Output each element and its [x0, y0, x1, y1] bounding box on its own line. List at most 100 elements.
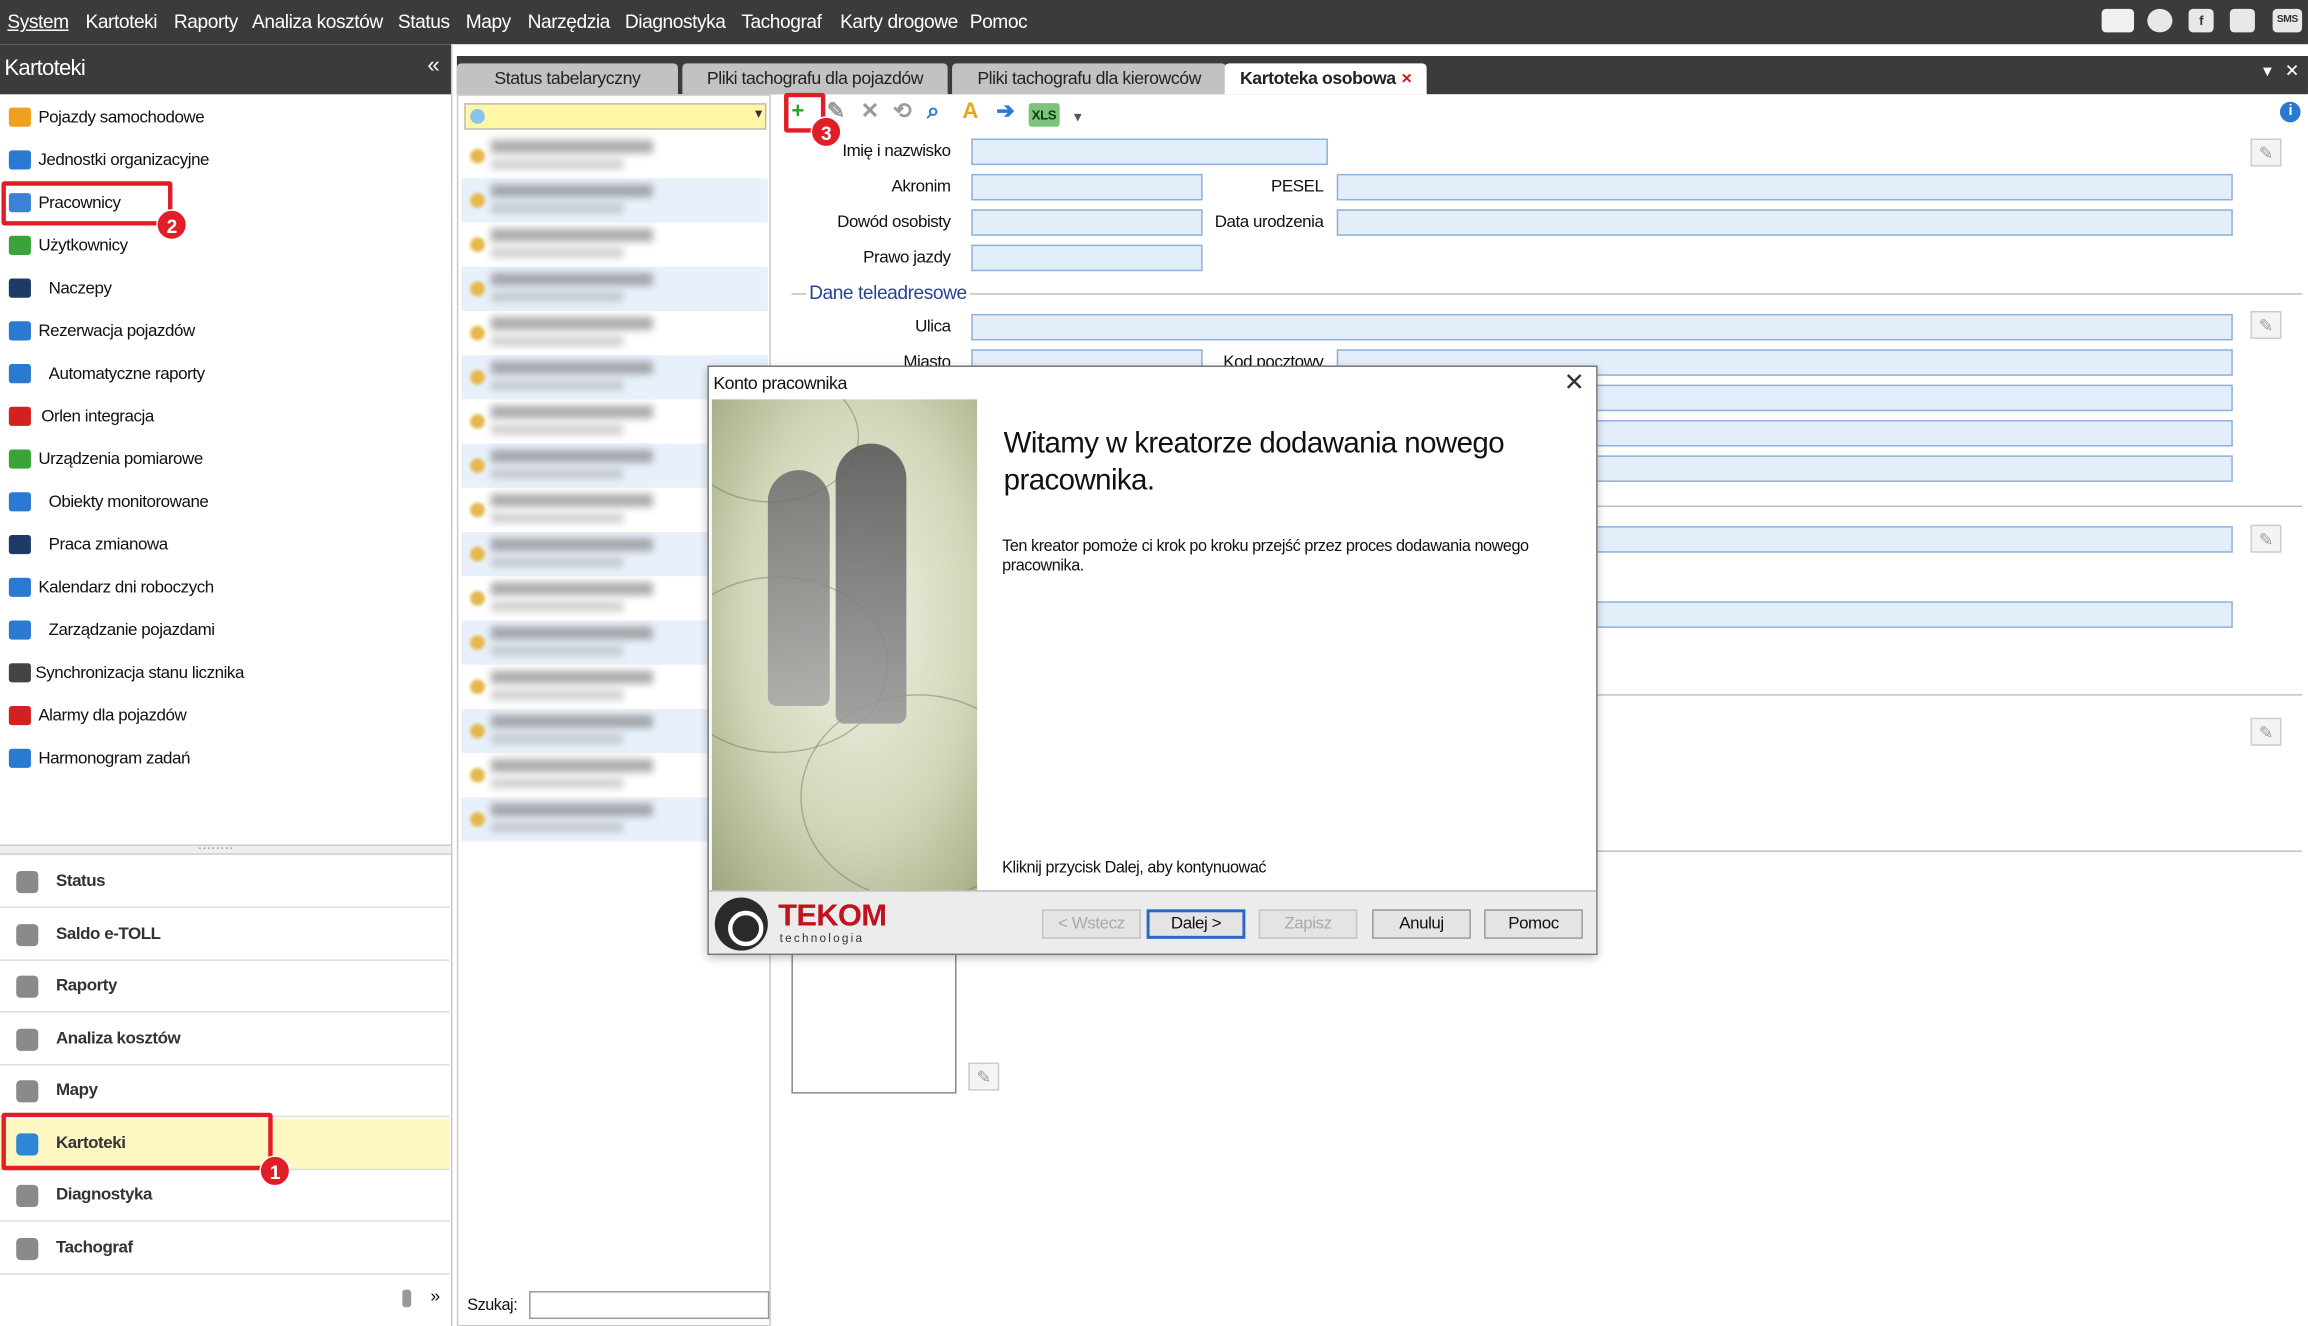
phone-icon[interactable] — [2229, 8, 2255, 33]
truck-icon — [8, 492, 31, 512]
menu-status[interactable]: Status — [398, 10, 450, 32]
next-button[interactable]: Dalej > — [1146, 909, 1246, 939]
menu-pomoc[interactable]: Pomoc — [970, 10, 1028, 32]
sidebar-item-4[interactable]: Użytkownicy — [0, 225, 450, 268]
delete-icon[interactable]: ✕ — [861, 99, 880, 124]
list-item[interactable] — [461, 311, 768, 355]
module-nav-3[interactable]: Raporty — [0, 961, 450, 1013]
sidebar-item-label: Pojazdy samochodowe — [38, 109, 205, 127]
menu-mapy[interactable]: Mapy — [466, 10, 512, 32]
list-item[interactable] — [461, 266, 768, 311]
edit-contact-icon[interactable]: ✎ — [2250, 524, 2282, 553]
redacted-detail — [490, 336, 624, 347]
tab-pliki-kierowcow[interactable]: Pliki tachografu dla kierowców — [952, 63, 1227, 95]
menu-raporty[interactable]: Raporty — [174, 10, 238, 32]
sidebar-item-6[interactable]: Rezerwacja pojazdów — [0, 311, 450, 354]
list-item[interactable] — [461, 223, 768, 267]
tab-menu-icon[interactable]: ▾ — [2263, 60, 2272, 81]
tab-status-tabelaryczny[interactable]: Status tabelaryczny — [456, 63, 678, 95]
sms-icon[interactable]: SMS — [2272, 8, 2303, 33]
expand-icon[interactable]: » — [430, 1285, 440, 1306]
label-ulica: Ulica — [915, 318, 951, 337]
filter-combo[interactable]: ▾ — [464, 103, 767, 130]
mail-icon[interactable] — [2101, 8, 2135, 33]
sidebar-item-7[interactable]: Automatyczne raporty — [0, 354, 450, 397]
export-dropdown-icon[interactable]: ▾ — [1074, 105, 1081, 129]
name-field[interactable] — [971, 138, 1328, 166]
label-kod-pocztowy: Kod pocztowy — [1223, 353, 1324, 366]
search-icon[interactable]: ⌕ — [927, 99, 939, 124]
tab-kartoteka-osobowa[interactable]: Kartoteka osobowa × — [1224, 63, 1427, 95]
edit-address-icon[interactable]: ✎ — [2250, 310, 2282, 339]
tab-pliki-pojazdow[interactable]: Pliki tachografu dla pojazdów — [682, 63, 948, 95]
sidebar-item-14[interactable]: Synchronizacja stanu licznika — [0, 653, 450, 696]
street-field[interactable] — [971, 313, 2233, 341]
module-nav-2[interactable]: Saldo e-TOLL — [0, 909, 450, 961]
edit-photo-icon[interactable]: ✎ — [968, 1062, 1000, 1091]
filter-a-icon[interactable]: A — [962, 99, 978, 124]
module-nav-8[interactable]: Tachograf — [0, 1223, 450, 1275]
close-icon[interactable]: ✕ — [1564, 368, 1585, 397]
redacted-name — [490, 626, 653, 640]
filter-icon — [470, 109, 485, 124]
sidebar-item-12[interactable]: Kalendarz dni roboczych — [0, 567, 450, 610]
facebook-icon[interactable]: f — [2188, 8, 2214, 33]
menu-diagnostyka[interactable]: Diagnostyka — [625, 10, 726, 32]
menu-system[interactable]: System — [7, 10, 69, 32]
redacted-detail — [490, 601, 624, 612]
menu-tachograf[interactable]: Tachograf — [741, 10, 822, 32]
menu-karty-drogowe[interactable]: Karty drogowe — [840, 10, 958, 32]
sidebar-item-10[interactable]: Obiekty monitorowane — [0, 482, 450, 525]
sidebar-item-label: Kalendarz dni roboczych — [38, 579, 214, 597]
tab-close-icon[interactable]: × — [1401, 68, 1411, 89]
lock-icon[interactable] — [402, 1289, 412, 1308]
akronim-field[interactable] — [971, 173, 1203, 201]
label-akronim: Akronim — [891, 178, 952, 197]
sidebar-item-8[interactable]: Orlen integracja — [0, 396, 450, 439]
collapse-panel-icon[interactable]: « — [427, 53, 439, 78]
redacted-name — [490, 714, 653, 729]
cancel-button[interactable]: Anuluj — [1372, 909, 1471, 939]
menu-narzedzia[interactable]: Narzędzia — [528, 10, 611, 32]
teamviewer-icon[interactable] — [2147, 8, 2173, 33]
xls-icon[interactable]: XLS — [1028, 103, 1060, 127]
sidebar-item-16[interactable]: Harmonogram zadań — [0, 738, 450, 781]
sidebar-item-11[interactable]: Praca zmianowa — [0, 525, 450, 568]
list-item[interactable] — [461, 178, 768, 223]
wizard-illustration — [711, 399, 978, 892]
sidebar-item-5[interactable]: Naczepy — [0, 268, 450, 311]
id-card-field[interactable] — [971, 209, 1203, 236]
menu-analiza-kosztow[interactable]: Analiza kosztów — [252, 10, 383, 32]
toolbar: + ✎ ✕ ⟲ ⌕ A ➔ XLS ▾ — [777, 94, 2308, 129]
module-nav-1[interactable]: Status — [0, 856, 450, 908]
list-item[interactable] — [461, 134, 768, 178]
fleet-icon — [8, 620, 31, 640]
sidebar-item-2[interactable]: Jednostki organizacyjne — [0, 140, 450, 183]
edit-other-icon[interactable]: ✎ — [2250, 717, 2282, 746]
info-icon[interactable]: i — [2279, 101, 2301, 123]
panel-splitter[interactable]: ········ — [0, 840, 451, 856]
module-nav-4[interactable]: Analiza kosztów — [0, 1013, 450, 1065]
export-icon[interactable]: ➔ — [996, 99, 1015, 124]
help-button[interactable]: Pomoc — [1484, 909, 1583, 939]
menu-kartoteki[interactable]: Kartoteki — [85, 10, 157, 32]
module-nav-7[interactable]: Diagnostyka — [0, 1170, 450, 1222]
module-nav-5[interactable]: Mapy — [0, 1066, 450, 1118]
close-all-icon[interactable]: ✕ — [2285, 60, 2300, 81]
sidebar-item-1[interactable]: Pojazdy samochodowe — [0, 97, 450, 140]
birth-date-field[interactable] — [1336, 209, 2233, 236]
redacted-detail — [490, 689, 624, 701]
save-button[interactable]: Zapisz — [1258, 909, 1358, 939]
search-input[interactable] — [529, 1291, 770, 1320]
sidebar-item-15[interactable]: Alarmy dla pojazdów — [0, 696, 450, 739]
restore-icon[interactable]: ⟲ — [893, 99, 912, 124]
edit-personal-icon[interactable]: ✎ — [2250, 138, 2282, 167]
vertical-splitter[interactable] — [447, 590, 456, 708]
left-panel-footer: » — [0, 1276, 451, 1326]
driving-license-field[interactable] — [971, 244, 1203, 272]
back-button[interactable]: < Wstecz — [1041, 909, 1141, 939]
tab-strip: Status tabelaryczny Pliki tachografu dla… — [456, 56, 2308, 95]
pesel-field[interactable] — [1336, 173, 2233, 201]
sidebar-item-13[interactable]: Zarządzanie pojazdami — [0, 610, 450, 653]
sidebar-item-9[interactable]: Urządzenia pomiarowe — [0, 439, 450, 482]
